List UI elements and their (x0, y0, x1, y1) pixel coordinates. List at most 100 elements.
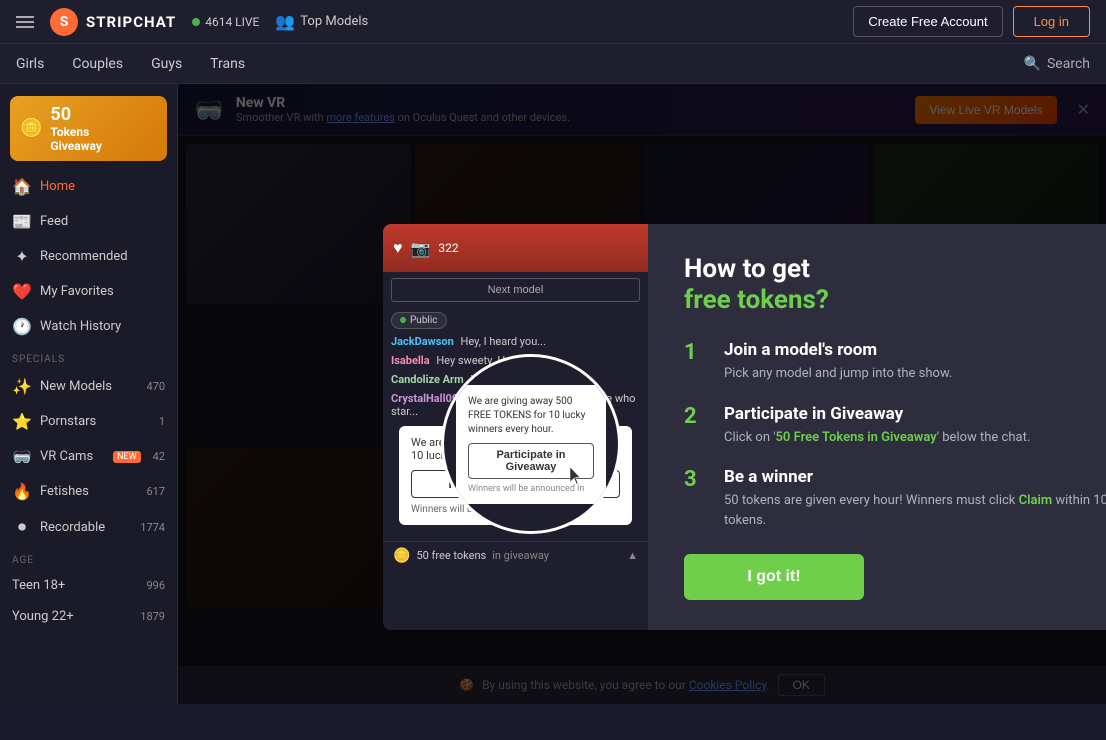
chat-text-1: Hey, I heard you... (461, 335, 546, 348)
step-2: 2 Participate in Giveaway Click on '50 F… (684, 404, 1106, 448)
cam-icon: 📷 (411, 239, 431, 258)
sidebar-pornstars-label: Pornstars (40, 414, 151, 429)
content-area: 🪙 50 TokensGiveaway 🏠 Home 📰 Feed ✦ Reco… (0, 84, 1106, 704)
newmodels-icon: ✨ (12, 377, 32, 396)
sidebar-fetishes-label: Fetishes (40, 484, 138, 499)
recommended-icon: ✦ (12, 247, 32, 266)
cat-guys[interactable]: Guys (151, 56, 182, 72)
tokens-bar-toggle[interactable]: ▲ (627, 549, 638, 562)
young-count: 1879 (140, 610, 165, 623)
vr-new-badge: NEW (113, 451, 141, 463)
pornstars-count: 1 (159, 415, 165, 428)
create-account-button[interactable]: Create Free Account (853, 6, 1002, 37)
chat-username-2: Isabella (391, 354, 430, 367)
sidebar-feed-label: Feed (40, 214, 165, 229)
step-1-number: 1 (684, 340, 708, 365)
step-1-desc: Pick any model and jump into the show. (724, 364, 952, 384)
sidebar-item-recordable[interactable]: ⏺ Recordable 1774 (0, 509, 177, 545)
fetishes-count: 617 (146, 485, 165, 498)
search-area[interactable]: 🔍 Search (1024, 56, 1090, 72)
search-label: Search (1047, 56, 1090, 72)
mag-giveaway-text: We are giving away 500 FREE TOKENS for 1… (468, 395, 594, 437)
tokens-giveaway-button[interactable]: 🪙 50 TokensGiveaway (10, 96, 167, 161)
cursor-icon (570, 467, 584, 487)
step-3-number: 3 (684, 467, 708, 492)
logo-text: STRIPCHAT (86, 13, 176, 31)
sidebar-item-teen[interactable]: Teen 18+ 996 (0, 570, 177, 601)
giveaway-icon: 🪙 (20, 118, 42, 139)
sidebar-home-label: Home (40, 179, 165, 194)
chat-preview-header: ♥ 📷 322 (383, 224, 648, 272)
sidebar-young-label: Young 22+ (12, 609, 132, 624)
sidebar-item-recommended[interactable]: ✦ Recommended (0, 239, 177, 274)
cat-couples[interactable]: Couples (72, 56, 123, 72)
heart-icon: ♥ (393, 238, 403, 258)
sidebar-item-favorites[interactable]: ❤️ My Favorites (0, 274, 177, 309)
modal-title-line2: free tokens? (684, 285, 829, 315)
chat-username-1: JackDawson (391, 335, 454, 348)
live-badge: 4614 LIVE (192, 15, 259, 29)
sidebar-recommended-label: Recommended (40, 249, 165, 264)
recordable-count: 1774 (140, 521, 165, 534)
vrcams-icon: 🥽 (12, 447, 32, 466)
modal-instructions: How to get free tokens? 1 Join a model's… (648, 224, 1106, 630)
nav-right: Create Free Account Log in (853, 6, 1090, 37)
got-it-button[interactable]: I got it! (684, 554, 864, 600)
sidebar-item-young[interactable]: Young 22+ 1879 (0, 601, 177, 632)
step-3-title: Be a winner (724, 467, 1106, 487)
chat-msg-1: JackDawson Hey, I heard you... (391, 335, 640, 348)
giveaway-token-count: 50 (50, 104, 101, 125)
history-icon: 🕐 (12, 317, 32, 336)
steps-list: 1 Join a model's room Pick any model and… (684, 340, 1106, 530)
sidebar-item-fetishes[interactable]: 🔥 Fetishes 617 (0, 474, 177, 509)
chat-username-4: CrystalHall09 (391, 392, 458, 405)
step-2-title: Participate in Giveaway (724, 404, 1030, 424)
logo: S STRIPCHAT (50, 8, 176, 36)
live-count: 4614 LIVE (205, 15, 259, 29)
feed-icon: 📰 (12, 212, 32, 231)
sidebar-item-newmodels[interactable]: ✨ New Models 470 (0, 369, 177, 404)
home-icon: 🏠 (12, 177, 32, 196)
top-models-link[interactable]: 👥 Top Models (275, 12, 368, 31)
cat-girls[interactable]: Girls (16, 56, 44, 72)
sidebar-item-home[interactable]: 🏠 Home (0, 169, 177, 204)
login-button[interactable]: Log in (1013, 6, 1090, 37)
public-dot (400, 317, 406, 323)
sidebar-item-pornstars[interactable]: ⭐ Pornstars 1 (0, 404, 177, 439)
modal-title: How to get free tokens? (684, 254, 1106, 316)
favorites-icon: ❤️ (12, 282, 32, 301)
sidebar-item-history[interactable]: 🕐 Watch History (0, 309, 177, 344)
age-section-label: AGE (0, 545, 177, 570)
step-1-title: Join a model's room (724, 340, 952, 360)
hamburger-menu[interactable] (16, 16, 34, 28)
logo-icon: S (50, 8, 78, 36)
viewer-count: 322 (438, 241, 458, 255)
step-1-content: Join a model's room Pick any model and j… (724, 340, 952, 384)
giveaway-text: TokensGiveaway (50, 125, 101, 153)
sidebar: 🪙 50 TokensGiveaway 🏠 Home 📰 Feed ✦ Reco… (0, 84, 178, 704)
cat-trans[interactable]: Trans (210, 56, 245, 72)
step-2-content: Participate in Giveaway Click on '50 Fre… (724, 404, 1030, 448)
step-2-desc: Click on '50 Free Tokens in Giveaway' be… (724, 428, 1030, 448)
sidebar-item-vrcams[interactable]: 🥽 VR Cams NEW 42 (0, 439, 177, 474)
step-2-number: 2 (684, 404, 708, 429)
step-1: 1 Join a model's room Pick any model and… (684, 340, 1106, 384)
main-content: 🥽 New VR Smoother VR with more features … (178, 84, 1106, 704)
sidebar-vrcams-label: VR Cams (40, 449, 105, 464)
next-model-button[interactable]: Next model (391, 278, 640, 302)
sidebar-item-feed[interactable]: 📰 Feed (0, 204, 177, 239)
category-nav: Girls Couples Guys Trans 🔍 Search (0, 44, 1106, 84)
sidebar-newmodels-label: New Models (40, 379, 138, 394)
live-dot (192, 18, 200, 26)
sidebar-history-label: Watch History (40, 319, 165, 334)
chat-username-3: Candolize Arm (391, 373, 464, 386)
modal-title-line1: How to get (684, 254, 810, 284)
tokens-suffix: in giveaway (492, 549, 549, 562)
search-icon: 🔍 (1024, 56, 1041, 72)
sidebar-teen-label: Teen 18+ (12, 578, 138, 593)
public-label: Public (410, 315, 438, 326)
top-nav: S STRIPCHAT 4614 LIVE 👥 Top Models Creat… (0, 0, 1106, 44)
step-3-desc: 50 tokens are given every hour! Winners … (724, 491, 1106, 530)
giveaway-modal: ♥ 📷 322 Next model Public JackDawson Hey… (383, 224, 1106, 630)
token-icon: 🪙 (393, 548, 410, 564)
